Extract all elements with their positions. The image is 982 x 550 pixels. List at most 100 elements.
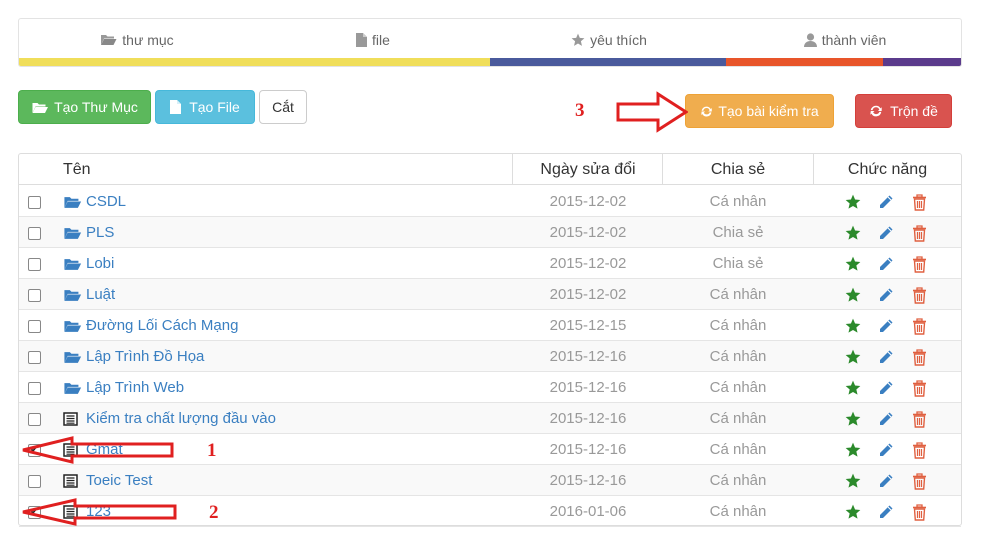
pencil-icon[interactable] [877,348,895,366]
file-link[interactable]: Kiểm tra chất lượng đầu vào [63,403,276,434]
share-status: Cá nhân [709,503,767,520]
share-status: Cá nhân [709,410,767,427]
table-row[interactable]: Lập Trình Đồ Họa 2015-12-16 Cá nhân [19,341,961,372]
tab-color-bar-purple [883,58,961,66]
tab-label: thư mục [122,31,174,48]
folder-link[interactable]: PLS [63,217,114,248]
trash-icon[interactable] [910,286,928,304]
share-status: Cá nhân [709,193,767,210]
pencil-icon[interactable] [877,441,895,459]
create-test-button[interactable]: Tạo bài kiểm tra [685,94,834,128]
annotation-number-3: 3 [575,100,585,121]
table-row[interactable]: CSDL 2015-12-02 Cá nhân [19,186,961,217]
tab-favorites[interactable]: yêu thích [491,19,727,60]
star-icon[interactable] [844,410,862,428]
table-row[interactable]: Toeic Test 2015-12-16 Cá nhân [19,465,961,496]
row-checkbox[interactable] [28,196,41,209]
pencil-icon[interactable] [877,379,895,397]
row-checkbox[interactable] [28,351,41,364]
row-checkbox[interactable] [28,258,41,271]
tab-files[interactable]: file [255,19,491,60]
star-icon[interactable] [844,472,862,490]
folder-link[interactable]: CSDL [63,186,126,217]
trash-icon[interactable] [910,503,928,521]
trash-icon[interactable] [910,410,928,428]
row-checkbox[interactable] [28,227,41,240]
star-icon[interactable] [844,441,862,459]
modified-date: 2015-12-16 [549,379,627,396]
pencil-icon[interactable] [877,503,895,521]
annotation-arrow-3 [616,91,688,133]
folder-open-icon [63,350,82,364]
trash-icon[interactable] [910,379,928,397]
table-row[interactable]: Lập Trình Web 2015-12-16 Cá nhân [19,372,961,403]
star-icon[interactable] [844,224,862,242]
star-icon[interactable] [844,379,862,397]
row-checkbox[interactable] [28,382,41,395]
tab-folders[interactable]: thư mục [19,19,255,60]
star-icon[interactable] [844,503,862,521]
star-icon[interactable] [844,255,862,273]
folder-link[interactable]: Đường Lối Cách Mạng [63,310,238,341]
table-row[interactable]: PLS 2015-12-02 Chia sẻ [19,217,961,248]
table-row[interactable]: Kiểm tra chất lượng đầu vào 2015-12-16 Cá … [19,403,961,434]
folder-link[interactable]: Lobi [63,248,114,279]
modified-date: 2015-12-16 [549,441,627,458]
item-name: Đường Lối Cách Mạng [86,317,239,334]
trash-icon[interactable] [910,441,928,459]
create-folder-button[interactable]: Tạo Thư Mục [18,90,151,124]
document-list-icon [63,411,78,426]
row-checkbox[interactable] [28,413,41,426]
annotation-arrow-1 [22,436,174,464]
pencil-icon[interactable] [877,193,895,211]
folder-link[interactable]: Luật [63,279,115,310]
tab-members[interactable]: thành viên [727,19,961,60]
pencil-icon[interactable] [877,224,895,242]
trash-icon[interactable] [910,255,928,273]
star-icon[interactable] [844,317,862,335]
create-test-label: Tạo bài kiểm tra [718,103,819,119]
cut-label: Cắt [272,99,294,115]
user-icon [803,32,817,47]
table-row[interactable]: Đường Lối Cách Mạng 2015-12-15 Cá nhân [19,310,961,341]
share-status: Cá nhân [709,379,767,396]
header-modified: Ngày sửa đổi [540,160,636,178]
trash-icon[interactable] [910,224,928,242]
pencil-icon[interactable] [877,317,895,335]
pencil-icon[interactable] [877,255,895,273]
trash-icon[interactable] [910,348,928,366]
folder-link[interactable]: Lập Trình Web [63,372,184,403]
folder-link[interactable]: Lập Trình Đồ Họa [63,341,204,372]
share-status: Cá nhân [709,286,767,303]
item-name: Luật [86,286,116,303]
shuffle-test-button[interactable]: Trộn đề [855,94,952,128]
table-header: Tên Ngày sửa đổi Chia sẻ Chức năng [19,154,961,185]
table-row[interactable]: Luật 2015-12-02 Cá nhân [19,279,961,310]
cut-button[interactable]: Cắt [259,90,307,124]
row-checkbox[interactable] [28,320,41,333]
star-icon[interactable] [844,286,862,304]
share-status: Cá nhân [709,348,767,365]
create-file-button[interactable]: Tạo File [155,90,255,124]
file-link[interactable]: Toeic Test [63,465,152,496]
item-name: PLS [86,224,115,241]
item-name: Lập Trình Web [86,379,185,396]
folder-open-icon [63,288,82,302]
trash-icon[interactable] [910,317,928,335]
table-row[interactable]: Lobi 2015-12-02 Chia sẻ [19,248,961,279]
tab-color-bar-blue [490,58,726,66]
row-checkbox[interactable] [28,289,41,302]
tab-label: file [372,31,390,48]
row-checkbox[interactable] [28,475,41,488]
star-icon[interactable] [844,193,862,211]
pencil-icon[interactable] [877,472,895,490]
star-icon [571,33,585,47]
trash-icon[interactable] [910,472,928,490]
star-icon[interactable] [844,348,862,366]
item-name: Lập Trình Đồ Họa [86,348,205,365]
pencil-icon[interactable] [877,410,895,428]
folder-open-icon [100,33,117,46]
create-file-label: Tạo File [189,99,240,115]
trash-icon[interactable] [910,193,928,211]
pencil-icon[interactable] [877,286,895,304]
